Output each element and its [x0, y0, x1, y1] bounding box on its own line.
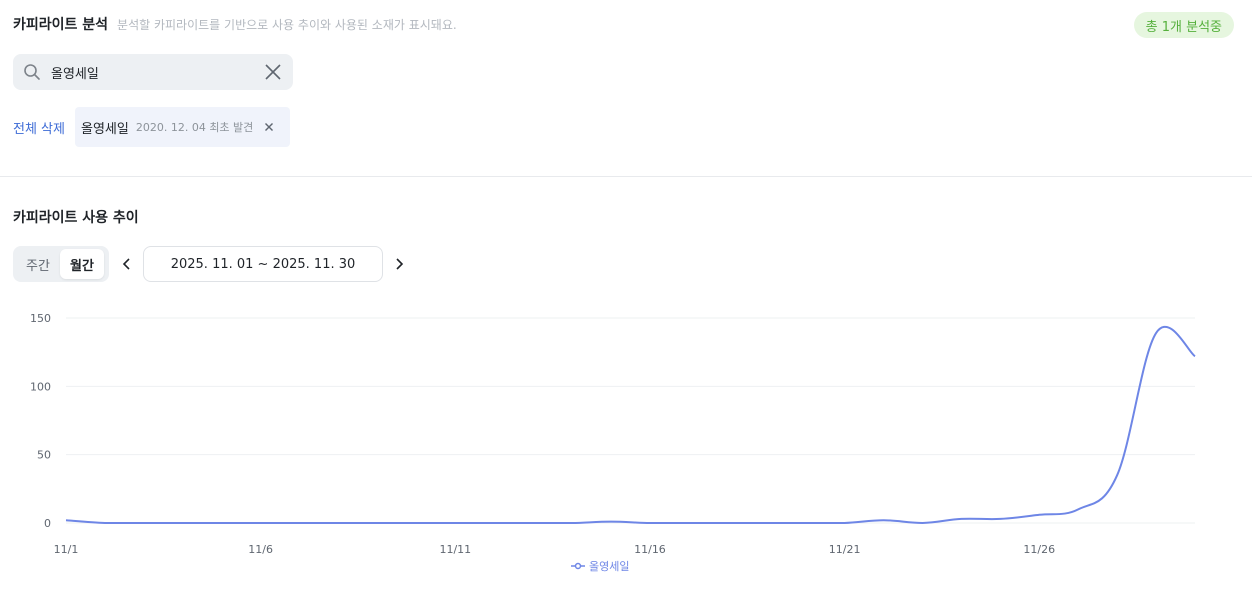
legend-label: 올영세일 — [589, 560, 630, 573]
chevron-left-icon[interactable] — [118, 255, 136, 273]
search-box — [13, 54, 293, 90]
y-tick-label: 150 — [30, 312, 51, 325]
period-monthly-button[interactable]: 월간 — [60, 249, 104, 279]
chip-remove-icon[interactable] — [262, 120, 276, 134]
y-tick-label: 100 — [30, 380, 51, 393]
x-tick-label: 11/11 — [439, 543, 471, 556]
chevron-right-icon[interactable] — [390, 255, 408, 273]
series-line — [65, 325, 1196, 525]
x-tick-label: 11/16 — [634, 543, 666, 556]
delete-all-button[interactable]: 전체 삭제 — [13, 118, 65, 137]
period-toggle: 주간 월간 — [13, 246, 109, 282]
search-icon — [23, 63, 41, 81]
chart-legend: 올영세일 — [571, 558, 629, 574]
page-subtitle: 분석할 카피라이트를 기반으로 사용 추이와 사용된 소재가 표시돼요. — [117, 18, 457, 32]
trend-title: 카피라이트 사용 추이 — [13, 210, 139, 226]
x-tick-label: 11/1 — [54, 543, 79, 556]
y-tick-label: 0 — [44, 517, 51, 530]
chip-name: 올영세일 — [81, 121, 129, 137]
legend-marker-icon — [571, 561, 585, 571]
page-title: 카피라이트 분석 — [13, 17, 109, 33]
trend-chart: 0 50 100 150 11/1 11/6 11/11 11/16 11/21 11/26 — [30, 312, 1196, 556]
period-weekly-button[interactable]: 주간 — [16, 249, 60, 279]
x-tick-label: 11/6 — [248, 543, 273, 556]
page-header: 카피라이트 분석 분석할 카피라이트를 기반으로 사용 추이와 사용된 소재가 … — [13, 14, 457, 36]
filter-chip: 올영세일 2020. 12. 04 최초 발견 — [75, 107, 290, 147]
section-divider — [0, 176, 1252, 177]
search-input[interactable] — [49, 63, 263, 81]
y-tick-label: 50 — [37, 449, 51, 462]
status-badge: 총 1개 분석중 — [1133, 12, 1234, 38]
date-range-picker[interactable]: 2025. 11. 01 ~ 2025. 11. 30 — [143, 246, 383, 282]
chip-meta: 2020. 12. 04 최초 발견 — [135, 121, 254, 134]
x-tick-label: 11/26 — [1023, 543, 1055, 556]
x-tick-label: 11/21 — [829, 543, 861, 556]
close-icon[interactable] — [263, 62, 283, 82]
